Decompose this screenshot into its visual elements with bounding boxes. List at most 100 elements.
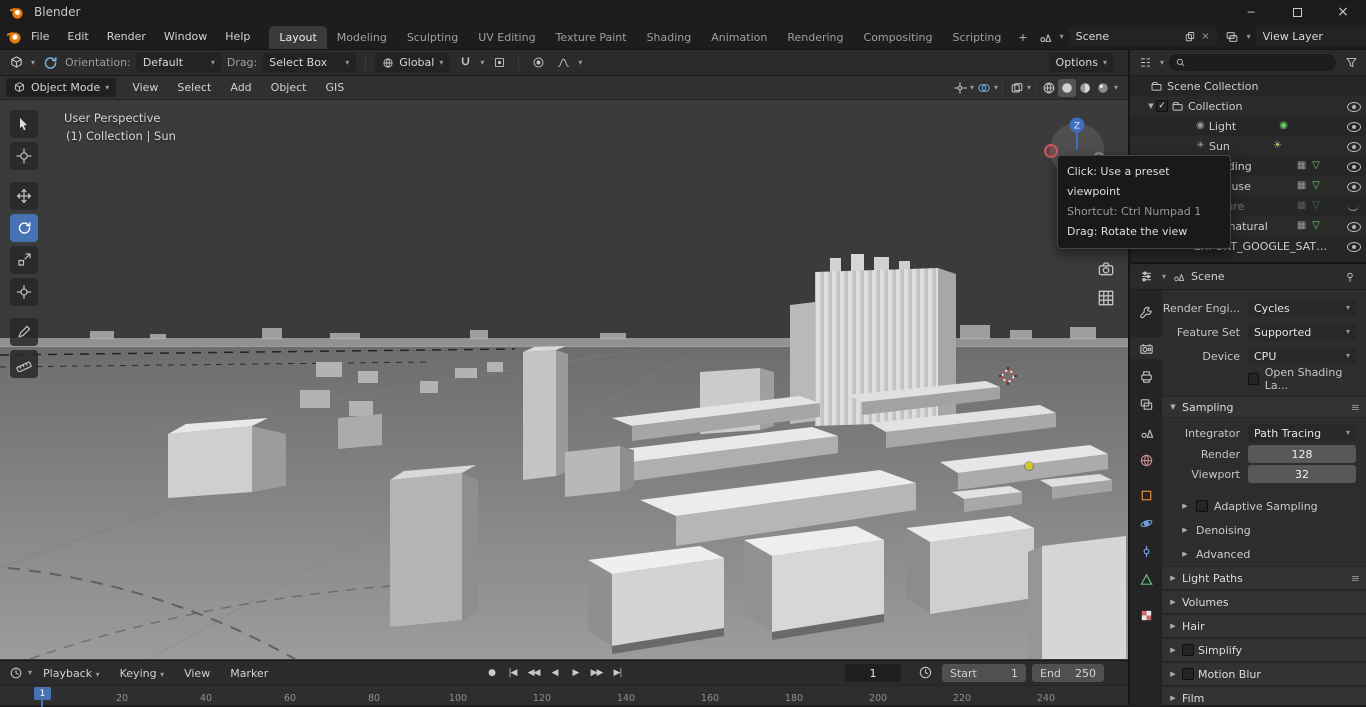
maximize-button[interactable] bbox=[1274, 0, 1320, 24]
tool-scale[interactable] bbox=[10, 246, 38, 274]
simplify-checkbox[interactable] bbox=[1182, 644, 1194, 656]
jump-to-end-button[interactable]: ▶| bbox=[608, 664, 627, 683]
outliner-row-scene-collection[interactable]: Scene Collection bbox=[1130, 76, 1366, 96]
hide-viewport-eye-icon[interactable] bbox=[1346, 99, 1361, 114]
vp-menu-add[interactable]: Add bbox=[221, 81, 260, 94]
play-reverse-button[interactable]: ◀ bbox=[545, 664, 564, 683]
use-preview-range-icon[interactable] bbox=[918, 665, 933, 680]
close-button[interactable]: × bbox=[1320, 0, 1366, 24]
copy-icon[interactable] bbox=[1184, 31, 1196, 43]
scene-dropdown-arrow[interactable]: ▾ bbox=[1060, 32, 1064, 41]
hair-panel-header[interactable]: ▶ Hair bbox=[1162, 614, 1366, 638]
shading-solid-button[interactable] bbox=[1057, 78, 1076, 97]
render-engine-dropdown[interactable]: Cycles ▾ bbox=[1248, 299, 1356, 317]
outliner-row-collection[interactable]: ▼ ✓ Collection bbox=[1130, 96, 1366, 116]
tool-transform[interactable] bbox=[10, 278, 38, 306]
tool-move[interactable] bbox=[10, 182, 38, 210]
playback-menu[interactable]: Playback ▾ bbox=[34, 667, 109, 680]
device-dropdown[interactable]: CPU ▾ bbox=[1248, 347, 1356, 365]
shading-material-button[interactable] bbox=[1076, 79, 1094, 97]
film-panel-header[interactable]: ▶ Film bbox=[1162, 686, 1366, 705]
osl-checkbox[interactable] bbox=[1248, 373, 1259, 385]
view-layer-field[interactable]: View Layer × bbox=[1255, 27, 1366, 46]
outliner-row-sun[interactable]: ☀ Sun ☀ bbox=[1130, 136, 1366, 156]
shading-dropdown-arrow[interactable]: ▾ bbox=[1114, 83, 1118, 92]
hide-viewport-eye-icon[interactable] bbox=[1346, 199, 1361, 214]
minimize-button[interactable]: ─ bbox=[1228, 0, 1274, 24]
vp-menu-gis[interactable]: GIS bbox=[316, 81, 353, 94]
show-gizmo-icon[interactable] bbox=[950, 78, 970, 98]
xray-dropdown-arrow[interactable]: ▾ bbox=[1027, 83, 1031, 92]
ortho-grid-icon[interactable] bbox=[1096, 288, 1116, 308]
blender-menu-icon[interactable] bbox=[6, 27, 22, 47]
tab-object-data-properties[interactable] bbox=[1130, 568, 1162, 590]
timeline-editor-arrow[interactable]: ▾ bbox=[28, 669, 32, 677]
shading-wireframe-button[interactable] bbox=[1040, 79, 1058, 97]
light-paths-panel-header[interactable]: ▶ Light Paths ≡ bbox=[1162, 566, 1366, 590]
tab-tool-properties[interactable] bbox=[1130, 302, 1162, 324]
advanced-subpanel[interactable]: ▶ Advanced bbox=[1162, 542, 1366, 566]
keying-menu[interactable]: Keying ▾ bbox=[111, 667, 173, 680]
timeline-editor-type-icon[interactable] bbox=[6, 663, 26, 683]
add-workspace-button[interactable]: + bbox=[1011, 26, 1034, 49]
tab-object-properties[interactable] bbox=[1130, 484, 1162, 506]
volumes-panel-header[interactable]: ▶ Volumes bbox=[1162, 590, 1366, 614]
tab-texture-properties[interactable] bbox=[1130, 604, 1162, 626]
tab-rendering[interactable]: Rendering bbox=[777, 26, 853, 49]
tab-view-layer-properties[interactable] bbox=[1130, 393, 1162, 415]
play-button[interactable]: ▶ bbox=[566, 664, 585, 683]
preset-list-icon[interactable]: ≡ bbox=[1351, 572, 1360, 585]
tab-render-properties[interactable] bbox=[1130, 337, 1162, 359]
editor-type-arrow[interactable]: ▾ bbox=[31, 58, 35, 67]
unlink-scene-icon[interactable]: × bbox=[1201, 31, 1209, 42]
scene-name-field[interactable]: Scene × bbox=[1068, 27, 1217, 46]
tool-select-box[interactable] bbox=[10, 110, 38, 138]
hide-viewport-eye-icon[interactable] bbox=[1346, 239, 1361, 254]
preset-list-icon[interactable]: ≡ bbox=[1351, 401, 1360, 414]
menu-edit[interactable]: Edit bbox=[58, 30, 97, 43]
tab-physics-properties[interactable] bbox=[1130, 512, 1162, 534]
options-dropdown[interactable]: Options ▾ bbox=[1048, 53, 1114, 72]
frame-end-field[interactable]: End 250 bbox=[1032, 664, 1104, 682]
view-layer-dropdown-arrow[interactable]: ▾ bbox=[1247, 32, 1251, 41]
previous-keyframe-button[interactable]: ◀◀ bbox=[524, 664, 543, 683]
tab-constraints-properties[interactable] bbox=[1130, 540, 1162, 562]
menu-render[interactable]: Render bbox=[98, 30, 155, 43]
editor-type-icon[interactable] bbox=[6, 53, 26, 73]
motion-blur-checkbox[interactable] bbox=[1182, 668, 1194, 680]
jump-to-start-button[interactable]: |◀ bbox=[503, 664, 522, 683]
collection-checkbox[interactable]: ✓ bbox=[1156, 100, 1168, 112]
proportional-editing-icon[interactable] bbox=[528, 53, 548, 73]
snap-magnet-icon[interactable] bbox=[455, 53, 475, 73]
timeline-ruler[interactable]: 1 20 40 60 80 100 120 140 160 180 200 22… bbox=[0, 685, 1128, 707]
expand-arrow-icon[interactable]: ▼ bbox=[1146, 102, 1156, 110]
browse-view-layer-icon[interactable] bbox=[1222, 27, 1242, 47]
snap-target-icon[interactable] bbox=[489, 53, 509, 73]
frame-start-field[interactable]: Start 1 bbox=[942, 664, 1026, 682]
snap-settings-arrow[interactable]: ▾ bbox=[480, 58, 484, 67]
simplify-panel-header[interactable]: ▶ Simplify bbox=[1162, 638, 1366, 662]
browse-scene-icon[interactable] bbox=[1035, 27, 1055, 47]
adaptive-sampling-subpanel[interactable]: ▶ Adaptive Sampling bbox=[1162, 494, 1366, 518]
vp-menu-object[interactable]: Object bbox=[262, 81, 316, 94]
viewport-samples-field[interactable]: 32 bbox=[1248, 465, 1356, 483]
tab-scene-properties[interactable] bbox=[1130, 421, 1162, 443]
adaptive-sampling-checkbox[interactable] bbox=[1196, 500, 1208, 512]
vp-menu-select[interactable]: Select bbox=[168, 81, 220, 94]
falloff-dropdown-arrow[interactable]: ▾ bbox=[578, 58, 582, 67]
camera-view-icon[interactable] bbox=[1096, 258, 1116, 278]
tool-measure[interactable] bbox=[10, 350, 38, 378]
outliner-display-mode-arrow[interactable]: ▾ bbox=[1160, 58, 1164, 67]
playhead[interactable]: 1 bbox=[34, 687, 51, 707]
denoising-subpanel[interactable]: ▶ Denoising bbox=[1162, 518, 1366, 542]
shading-rendered-button[interactable] bbox=[1094, 79, 1112, 97]
integrator-dropdown[interactable]: Path Tracing ▾ bbox=[1248, 424, 1356, 442]
filter-funnel-icon[interactable] bbox=[1341, 53, 1361, 73]
pin-icon[interactable] bbox=[1340, 267, 1360, 287]
motion-blur-panel-header[interactable]: ▶ Motion Blur bbox=[1162, 662, 1366, 686]
hide-viewport-eye-icon[interactable] bbox=[1346, 139, 1361, 154]
drag-dropdown[interactable]: Select Box ▾ bbox=[262, 53, 357, 72]
tool-cursor[interactable] bbox=[10, 142, 38, 170]
hide-viewport-eye-icon[interactable] bbox=[1346, 159, 1361, 174]
outliner-search-field[interactable] bbox=[1169, 54, 1336, 71]
